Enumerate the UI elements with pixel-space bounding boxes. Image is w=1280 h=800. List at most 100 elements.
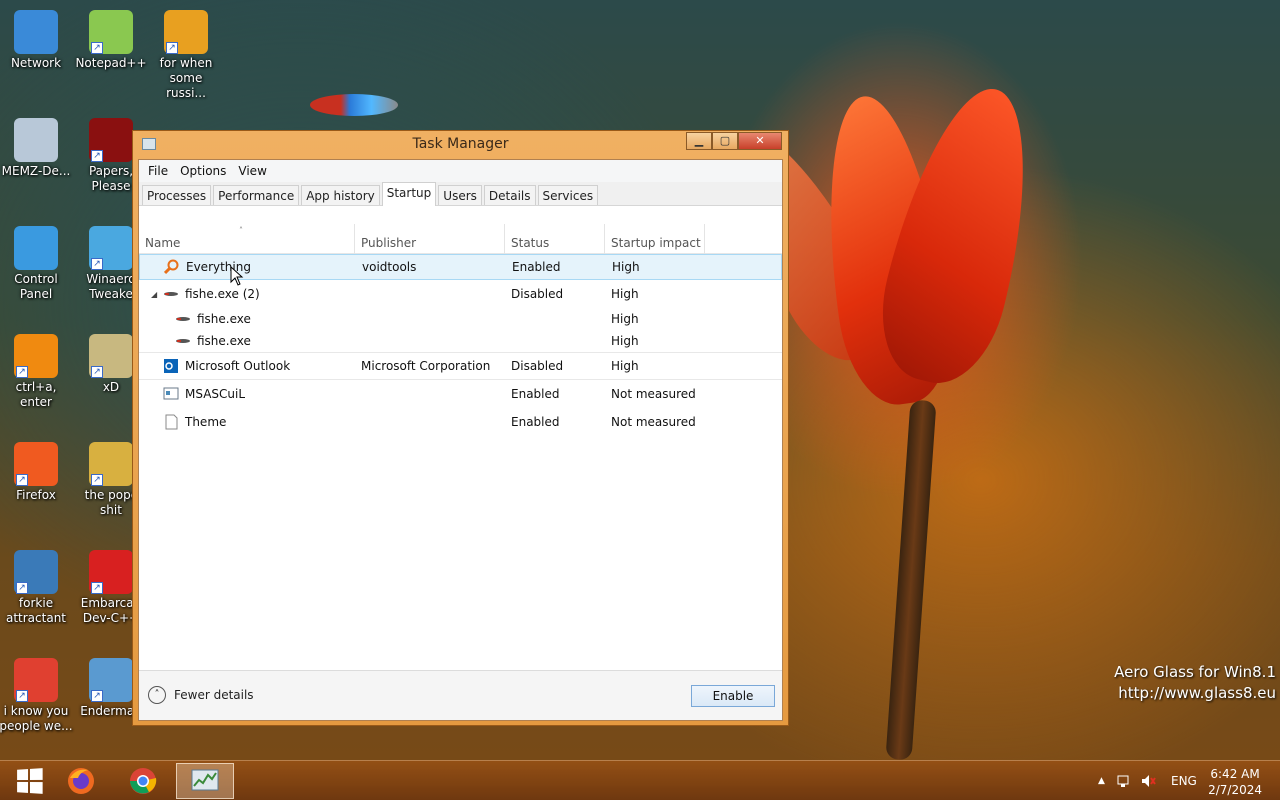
tab-users[interactable]: Users xyxy=(438,185,482,205)
menu-view[interactable]: View xyxy=(232,164,272,178)
desktop-icon[interactable]: ↗ forkie attractant xyxy=(0,550,73,626)
minimize-button[interactable]: ▁ xyxy=(686,132,712,150)
language-indicator[interactable]: ENG xyxy=(1171,774,1197,788)
table-row[interactable]: Theme Enabled Not measured xyxy=(139,408,782,436)
taskbar-chrome[interactable] xyxy=(114,763,172,799)
desktop-icon-label: Network xyxy=(10,56,62,70)
shortcut-arrow-icon: ↗ xyxy=(91,690,103,702)
maximize-button[interactable]: ▢ xyxy=(712,132,738,150)
desktop-icon[interactable]: ↗ Notepad++ xyxy=(74,10,148,71)
desktop-icon[interactable]: ↗ Firefox xyxy=(0,442,73,503)
tab-startup[interactable]: Startup xyxy=(381,182,437,206)
desktop-app-icon: ↗ xyxy=(164,10,208,54)
column-startup-impact[interactable]: Startup impact xyxy=(605,224,705,254)
taskbar-clock[interactable]: 6:42 AM 2/7/2024 xyxy=(1208,766,1262,798)
collapse-chevron-icon: ˄ xyxy=(148,686,166,704)
firefox-icon xyxy=(68,768,94,794)
desktop-icon-label: MEMZ-De... xyxy=(1,164,71,178)
desktop-icon[interactable]: MEMZ-De... xyxy=(0,118,73,179)
menu-file[interactable]: File xyxy=(142,164,174,178)
close-button[interactable]: ✕ xyxy=(738,132,782,150)
expand-collapse-icon[interactable]: ◢ xyxy=(151,290,163,299)
magnifier-icon xyxy=(163,259,180,275)
shortcut-arrow-icon: ↗ xyxy=(91,474,103,486)
row-status: Enabled xyxy=(511,415,560,429)
task-manager-window[interactable]: Task Manager ▁ ▢ ✕ File Options View Pro… xyxy=(132,130,789,726)
desktop-app-icon: ↗ xyxy=(89,226,133,270)
window-client: File Options View Processes Performance … xyxy=(138,159,783,721)
desktop-icon[interactable]: Control Panel xyxy=(0,226,73,302)
shortcut-arrow-icon: ↗ xyxy=(91,582,103,594)
tab-app-history[interactable]: App history xyxy=(301,185,380,205)
shortcut-arrow-icon: ↗ xyxy=(91,42,103,54)
desktop-app-icon xyxy=(14,226,58,270)
row-impact: High xyxy=(612,260,640,274)
taskbar-firefox[interactable] xyxy=(52,763,110,799)
tab-details[interactable]: Details xyxy=(483,185,536,205)
watermark-line1: Aero Glass for Win8.1 xyxy=(1114,663,1276,681)
row-name-cell: Everything xyxy=(140,259,356,275)
shortcut-arrow-icon: ↗ xyxy=(16,366,28,378)
tulip-stem xyxy=(885,399,937,761)
system-tray: ▲ ENG 6:42 AM 2/7/2024 xyxy=(1080,761,1280,800)
tab-processes[interactable]: Processes xyxy=(142,185,212,205)
desktop-app-icon xyxy=(14,10,58,54)
row-impact: High xyxy=(611,312,639,326)
table-row[interactable]: Microsoft Outlook Microsoft Corporation Di… xyxy=(139,352,782,380)
column-publisher[interactable]: Publisher xyxy=(355,224,505,254)
row-impact: High xyxy=(611,287,639,301)
desktop-icon[interactable]: ↗ ctrl+a, enter xyxy=(0,334,73,410)
desktop-icon[interactable]: ↗ for when some russi... xyxy=(149,10,223,101)
desktop-app-icon: ↗ xyxy=(89,658,133,702)
table-row[interactable]: fishe.exe High xyxy=(139,308,782,330)
menu-options[interactable]: Options xyxy=(174,164,232,178)
row-name-cell: ◢ fishe.exe (2) xyxy=(139,286,355,302)
watermark-line2: http://www.glass8.eu xyxy=(1118,684,1276,702)
defender-icon xyxy=(163,386,179,402)
row-name: MSASCuiL xyxy=(185,387,246,401)
fewer-details-label: Fewer details xyxy=(174,688,254,702)
task-manager-icon xyxy=(191,769,219,791)
shortcut-arrow-icon: ↗ xyxy=(16,582,28,594)
fewer-details-link[interactable]: ˄ Fewer details xyxy=(148,686,254,704)
bottom-bar: ˄ Fewer details Enable xyxy=(139,670,782,720)
column-status[interactable]: Status xyxy=(505,224,605,254)
windows-logo-icon xyxy=(17,768,43,794)
shortcut-arrow-icon: ↗ xyxy=(166,42,178,54)
desktop-app-icon: ↗ xyxy=(89,118,133,162)
desktop-icon-label: i know you people we... xyxy=(0,704,73,733)
tab-services[interactable]: Services xyxy=(537,185,599,205)
tab-performance[interactable]: Performance xyxy=(213,185,300,205)
tab-strip: Processes Performance App history Startu… xyxy=(139,182,782,206)
row-status: Enabled xyxy=(512,260,561,274)
network-tray-icon[interactable] xyxy=(1116,773,1132,789)
volume-muted-icon[interactable] xyxy=(1140,773,1156,789)
row-name: fishe.exe xyxy=(197,334,251,348)
show-hidden-icons-button[interactable]: ▲ xyxy=(1098,776,1105,786)
desktop-icon[interactable]: ↗ i know you people we... xyxy=(0,658,73,734)
aero-glass-watermark: Aero Glass for Win8.1 http://www.glass8.… xyxy=(1114,662,1276,704)
enable-button[interactable]: Enable xyxy=(691,685,775,707)
table-row[interactable]: MSASCuiL Enabled Not measured xyxy=(139,380,782,408)
desktop-app-icon: ↗ xyxy=(89,442,133,486)
taskbar-task-manager[interactable] xyxy=(176,763,234,799)
title-bar[interactable]: Task Manager ▁ ▢ ✕ xyxy=(133,131,788,159)
row-impact: High xyxy=(611,334,639,348)
shortcut-arrow-icon: ↗ xyxy=(91,258,103,270)
desktop-icon-label: ctrl+a, enter xyxy=(15,380,57,409)
row-impact: Not measured xyxy=(611,387,696,401)
column-name[interactable]: Name xyxy=(139,224,355,254)
menu-bar: File Options View xyxy=(139,160,782,182)
table-row[interactable]: fishe.exe High xyxy=(139,330,782,352)
start-button[interactable] xyxy=(0,763,58,799)
desktop-app-icon xyxy=(14,118,58,162)
chrome-icon xyxy=(130,768,157,794)
row-impact: Not measured xyxy=(611,415,696,429)
shortcut-arrow-icon: ↗ xyxy=(91,366,103,378)
clock-time: 6:42 AM xyxy=(1210,767,1260,781)
desktop-icon[interactable]: Network xyxy=(0,10,73,71)
desktop-icon-label: for when some russi... xyxy=(159,56,213,100)
desktop-app-icon: ↗ xyxy=(14,334,58,378)
sort-ascending-icon: ˄ xyxy=(239,226,243,235)
mouse-cursor-icon xyxy=(230,266,244,286)
